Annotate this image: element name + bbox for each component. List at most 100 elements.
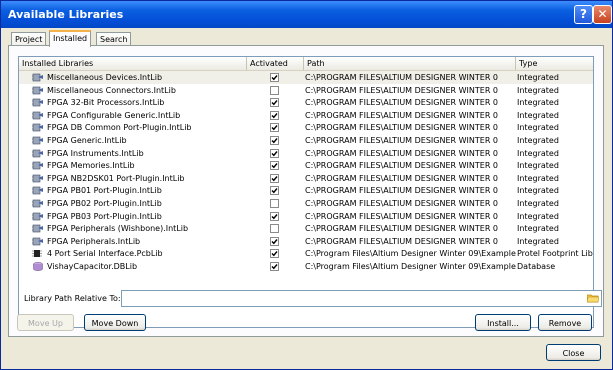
- activated-checkbox[interactable]: [270, 123, 279, 133]
- library-row[interactable]: FPGA Instruments.IntLib C:\PROGRAM FILES\…: [19, 147, 593, 160]
- activated-checkbox[interactable]: [270, 186, 279, 196]
- library-row[interactable]: FPGA NB2DSK01 Port-Plugin.IntLib C:\PROGR…: [19, 172, 593, 185]
- title-bar[interactable]: Available Libraries ? ✕: [1, 1, 612, 28]
- checkmark-icon: [271, 251, 278, 257]
- library-path: C:\PROGRAM FILES\ALTIUM DESIGNER WINTER …: [305, 123, 499, 133]
- column-installed-libraries[interactable]: Installed Libraries: [19, 57, 247, 70]
- library-row[interactable]: Miscellaneous Connectors.IntLib C:\PROGRA…: [19, 84, 593, 97]
- activated-checkbox[interactable]: [270, 236, 279, 246]
- library-type: Integrated: [517, 85, 559, 95]
- activated-checkbox[interactable]: [270, 249, 279, 259]
- library-path: C:\PROGRAM FILES\ALTIUM DESIGNER WINTER …: [305, 173, 499, 183]
- close-window-button[interactable]: ✕: [593, 5, 612, 24]
- help-button[interactable]: ?: [574, 5, 593, 24]
- library-path: C:\PROGRAM FILES\ALTIUM DESIGNER WINTER …: [305, 186, 499, 196]
- library-path: C:\Program Files\Altium Designer Winter …: [305, 249, 516, 259]
- activated-checkbox[interactable]: [270, 73, 279, 82]
- library-type: Integrated: [517, 236, 559, 246]
- column-type[interactable]: Type: [516, 57, 593, 70]
- tab-installed[interactable]: Installed: [49, 30, 92, 47]
- library-path-field[interactable]: [121, 290, 602, 307]
- library-name: Miscellaneous Devices.IntLib: [47, 73, 163, 82]
- remove-button[interactable]: Remove: [538, 314, 592, 331]
- library-row[interactable]: 4 Port Serial Interface.PcbLib C:\Program…: [19, 247, 593, 260]
- library-name: FPGA Memories.IntLib: [47, 161, 135, 171]
- library-row[interactable]: FPGA PB02 Port-Plugin.IntLib C:\PROGRAM F…: [19, 197, 593, 210]
- library-type: Protel Footprint Librar: [517, 249, 593, 259]
- library-name: FPGA Configurable Generic.IntLib: [47, 110, 181, 120]
- library-path-label: Library Path Relative To:: [24, 294, 121, 303]
- tab-project[interactable]: Project: [11, 32, 47, 46]
- library-path: C:\PROGRAM FILES\ALTIUM DESIGNER WINTER …: [305, 199, 499, 208]
- library-row[interactable]: FPGA PB01 Port-Plugin.IntLib C:\PROGRAM F…: [19, 184, 593, 197]
- library-row[interactable]: FPGA Generic.IntLib C:\PROGRAM FILES\ALTI…: [19, 134, 593, 147]
- checkmark-icon: [271, 238, 278, 245]
- checkmark-icon: [271, 75, 278, 81]
- intlib-icon: [32, 73, 44, 82]
- activated-checkbox[interactable]: [270, 161, 279, 171]
- intlib-icon: [32, 123, 44, 132]
- intlib-icon: [32, 224, 44, 233]
- column-activated[interactable]: Activated: [247, 57, 304, 70]
- intlib-icon: [32, 149, 44, 158]
- checkmark-icon: [271, 112, 278, 119]
- close-button[interactable]: Close: [546, 344, 601, 361]
- checkmark-icon: [271, 138, 278, 144]
- list-header: Installed Libraries Activated Path Type: [19, 57, 593, 71]
- activated-checkbox[interactable]: [270, 148, 279, 158]
- library-row[interactable]: FPGA Peripherals.IntLib C:\PROGRAM FILES\…: [19, 235, 593, 248]
- intlib-icon: [32, 98, 44, 107]
- library-name: FPGA DB Common Port-Plugin.IntLib: [47, 123, 192, 133]
- library-row[interactable]: FPGA Memories.IntLib C:\PROGRAM FILES\ALT…: [19, 159, 593, 172]
- checkmark-icon: [271, 100, 278, 106]
- tab-search-path[interactable]: Search Path: [96, 32, 132, 57]
- library-type: Database: [517, 262, 556, 271]
- activated-checkbox[interactable]: [270, 173, 279, 183]
- activated-checkbox[interactable]: [270, 110, 279, 120]
- library-row[interactable]: Miscellaneous Devices.IntLib C:\PROGRAM F…: [19, 71, 593, 84]
- library-path: C:\PROGRAM FILES\ALTIUM DESIGNER WINTER …: [305, 211, 499, 221]
- activated-checkbox[interactable]: [270, 98, 279, 108]
- move-up-button[interactable]: Move Up: [17, 314, 74, 331]
- library-name: VishayCapacitor.DBLib: [47, 262, 138, 271]
- activated-checkbox[interactable]: [270, 211, 279, 221]
- library-path: C:\PROGRAM FILES\ALTIUM DESIGNER WINTER …: [305, 85, 499, 95]
- library-path: C:\PROGRAM FILES\ALTIUM DESIGNER WINTER …: [305, 136, 499, 145]
- library-row[interactable]: FPGA 32-Bit Processors.IntLib C:\PROGRAM …: [19, 96, 593, 109]
- activated-checkbox[interactable]: [270, 262, 279, 271]
- library-type: Integrated: [517, 98, 559, 108]
- library-type: Integrated: [517, 173, 559, 183]
- activated-checkbox[interactable]: [270, 199, 279, 208]
- library-path: C:\PROGRAM FILES\ALTIUM DESIGNER WINTER …: [305, 73, 499, 82]
- browse-folder-icon[interactable]: [587, 293, 599, 303]
- checkmark-icon: [271, 188, 278, 194]
- column-path[interactable]: Path: [304, 57, 516, 70]
- available-libraries-dialog: Available Libraries ? ✕ Project Installe…: [0, 0, 613, 370]
- checkmark-icon: [271, 125, 278, 131]
- install-button[interactable]: Install...: [475, 314, 531, 331]
- checkmark-icon: [271, 150, 278, 156]
- checkmark-icon: [271, 175, 278, 182]
- library-row[interactable]: FPGA PB03 Port-Plugin.IntLib C:\PROGRAM F…: [19, 210, 593, 223]
- library-row[interactable]: FPGA DB Common Port-Plugin.IntLib C:\PROG…: [19, 121, 593, 134]
- library-type: Integrated: [517, 73, 559, 82]
- library-name: FPGA PB01 Port-Plugin.IntLib: [47, 186, 162, 196]
- library-type: Integrated: [517, 199, 559, 208]
- library-row[interactable]: FPGA Peripherals (Wishbone).IntLib C:\PRO…: [19, 222, 593, 235]
- library-row[interactable]: FPGA Configurable Generic.IntLib C:\PROGR…: [19, 109, 593, 122]
- library-row[interactable]: VishayCapacitor.DBLib C:\Program Files\Al…: [19, 260, 593, 273]
- library-type: Integrated: [517, 224, 559, 234]
- activated-checkbox[interactable]: [270, 136, 279, 145]
- library-name: FPGA Generic.IntLib: [47, 136, 127, 145]
- activated-checkbox[interactable]: [270, 85, 279, 95]
- library-type: Integrated: [517, 110, 559, 120]
- help-icon: ?: [580, 7, 587, 21]
- activated-checkbox[interactable]: [270, 224, 279, 234]
- library-type: Integrated: [517, 148, 559, 158]
- installed-libraries-list[interactable]: Installed Libraries Activated Path Type …: [18, 56, 594, 328]
- library-name: FPGA NB2DSK01 Port-Plugin.IntLib: [47, 173, 185, 183]
- move-down-button[interactable]: Move Down: [84, 314, 146, 331]
- library-type: Integrated: [517, 123, 559, 133]
- window-title: Available Libraries: [8, 8, 124, 21]
- intlib-icon: [32, 212, 44, 221]
